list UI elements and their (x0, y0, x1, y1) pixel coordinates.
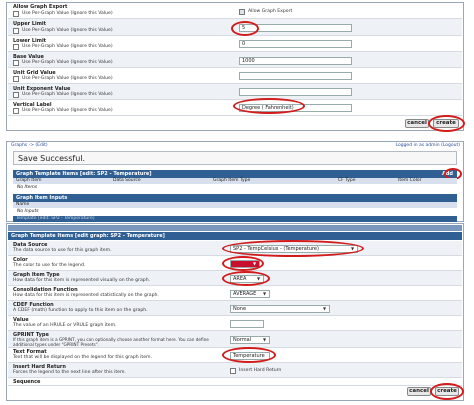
use-per-graph-checkbox[interactable] (13, 11, 19, 17)
consolidation-select[interactable]: AVERAGE ▼ (230, 290, 270, 298)
save-message-box: Save Successful. (13, 151, 457, 165)
template-items-header: Graph Template Items [edit: SP2 - Temper… (13, 170, 457, 178)
option-label: Upper Limit (13, 21, 47, 27)
use-per-graph-checkbox[interactable] (13, 108, 19, 114)
cancel-button[interactable]: cancel (407, 387, 431, 396)
hard-return-checkbox[interactable] (230, 368, 236, 374)
field-desc: Text that will be displayed on the legen… (13, 355, 152, 360)
field-row-consolidation: Consolidation Function How data for this… (8, 286, 462, 301)
field-row-cdef: CDEF Function A CDEF (math) function to … (8, 301, 462, 316)
option-row-unit-grid: Unit Grid Value Use Per-Graph Value (Ign… (8, 68, 462, 84)
field-desc: A CDEF (math) function to apply to this … (13, 308, 148, 313)
color-highlight (222, 256, 264, 271)
field-desc: The color to use for the legend. (13, 263, 86, 268)
field-desc: The value of an HRULE or VRULE graph ite… (13, 323, 117, 328)
field-row-value: Value The value of an HRULE or VRULE gra… (8, 316, 462, 331)
no-inputs-text: No Inputs (17, 209, 39, 214)
hard-return-label: Insert Hard Return (239, 368, 282, 373)
field-row-hard-return: Insert Hard Return Forces the legend to … (8, 363, 462, 378)
use-per-graph-label: Use Per-Graph Value (Ignore this Value) (22, 76, 113, 81)
graph-template-panel: Graphs -> (Edit) Logged in as admin (Log… (6, 141, 464, 222)
base-value-input[interactable]: 1000 (239, 57, 352, 65)
template-items-columns: Graph Item Data Source Graph Item Type C… (13, 178, 457, 184)
save-message: Save Successful. (18, 154, 86, 163)
column-data-source: Data Source (113, 178, 141, 183)
field-desc: Forces the legend to the next line after… (13, 370, 126, 375)
option-label: Allow Graph Export (13, 4, 68, 10)
use-per-graph-label: Use Per-Graph Value (Ignore this Value) (22, 60, 113, 65)
gprint-type-value: Normal (233, 337, 252, 343)
graph-item-type-highlight (222, 271, 270, 286)
option-row-unit-exponent: Unit Exponent Value Use Per-Graph Value … (8, 84, 462, 100)
use-per-graph-checkbox[interactable] (13, 44, 19, 50)
field-desc: How data for this item is represented st… (13, 293, 159, 298)
use-per-graph-label: Use Per-Graph Value (Ignore this Value) (22, 108, 113, 113)
use-per-graph-checkbox[interactable] (13, 60, 19, 66)
graph-options-panel: Allow Graph Export Use Per-Graph Value (… (6, 2, 465, 132)
gprint-type-select[interactable]: Normal ▼ (230, 336, 270, 344)
option-row-allow-export: Allow Graph Export Use Per-Graph Value (… (8, 3, 462, 19)
column-graph-item: Graph Item (16, 178, 42, 183)
cdef-value: None (233, 306, 247, 312)
use-per-graph-label: Use Per-Graph Value (Ignore this Value) (22, 44, 113, 49)
cancel-button[interactable]: cancel (405, 119, 429, 128)
column-name: Name (16, 202, 30, 207)
graph-item-inputs-columns: Name (13, 202, 457, 208)
breadcrumb[interactable]: Graphs -> (Edit) (11, 143, 48, 148)
chevron-down-icon: ▼ (263, 291, 267, 296)
consolidation-value: AVERAGE (233, 291, 257, 297)
graph-item-edit-title: Graph Template Items [edit graph: SP2 - … (11, 233, 165, 239)
chevron-down-icon: ▼ (263, 337, 267, 342)
field-row-gprint-type: GPRINT Type If this graph item is a GPRI… (8, 331, 462, 348)
create-button-highlight (430, 383, 464, 400)
option-row-base-value: Base Value Use Per-Graph Value (Ignore t… (8, 52, 462, 68)
use-per-graph-label: Use Per-Graph Value (Ignore this Value) (22, 11, 113, 16)
graph-item-inputs-header: Graph Item Inputs (13, 194, 457, 202)
logged-in-status[interactable]: Logged in as admin (Logout) (396, 143, 460, 148)
lower-limit-input[interactable]: 0 (239, 40, 352, 48)
create-button-highlight (428, 115, 465, 132)
value-input[interactable] (230, 320, 264, 328)
text-format-highlight (222, 347, 276, 363)
unit-grid-input[interactable] (239, 72, 352, 80)
use-per-graph-checkbox[interactable] (13, 76, 19, 82)
vertical-label-highlight (233, 98, 305, 114)
column-item-color: Item Color (398, 178, 422, 183)
column-graph-item-type: Graph Item Type (213, 178, 251, 183)
cdef-select[interactable]: None ▼ (230, 305, 330, 313)
field-desc: If this graph item is a GPRINT, you can … (13, 337, 209, 347)
field-row-sequence: Sequence (8, 378, 462, 386)
use-per-graph-label: Use Per-Graph Value (Ignore this Value) (22, 92, 113, 97)
chevron-down-icon: ▼ (323, 306, 327, 311)
template-footer-header: Template [edit: SP2 - Temperature] (13, 216, 457, 222)
template-footer-title: Template [edit: SP2 - Temperature] (16, 216, 95, 221)
use-per-graph-label: Use Per-Graph Value (Ignore this Value) (22, 28, 113, 33)
field-desc: The data source to use for this graph it… (13, 248, 112, 253)
graph-item-edit-header: Graph Template Items [edit graph: SP2 - … (8, 232, 462, 240)
template-items-title: Graph Template Items [edit: SP2 - Temper… (16, 171, 152, 177)
allow-export-checkbox[interactable] (239, 9, 245, 15)
graph-item-inputs-title: Graph Item Inputs (16, 195, 68, 201)
column-cf-type: CF Type (338, 178, 356, 183)
use-per-graph-checkbox[interactable] (13, 28, 19, 34)
unit-exponent-input[interactable] (239, 88, 352, 96)
graph-item-edit-panel: Graph Template Items [edit graph: SP2 - … (6, 223, 464, 401)
allow-export-label: Allow Graph Export (248, 9, 293, 14)
no-items-text: No Items (17, 185, 38, 190)
field-desc: How data for this item is represented vi… (13, 278, 151, 283)
field-label: Sequence (13, 379, 41, 385)
data-source-highlight (222, 240, 364, 257)
upper-limit-highlight (231, 21, 259, 36)
top-strip (8, 225, 462, 231)
use-per-graph-checkbox[interactable] (13, 92, 19, 98)
option-row-lower-limit: Lower Limit Use Per-Graph Value (Ignore … (8, 36, 462, 52)
